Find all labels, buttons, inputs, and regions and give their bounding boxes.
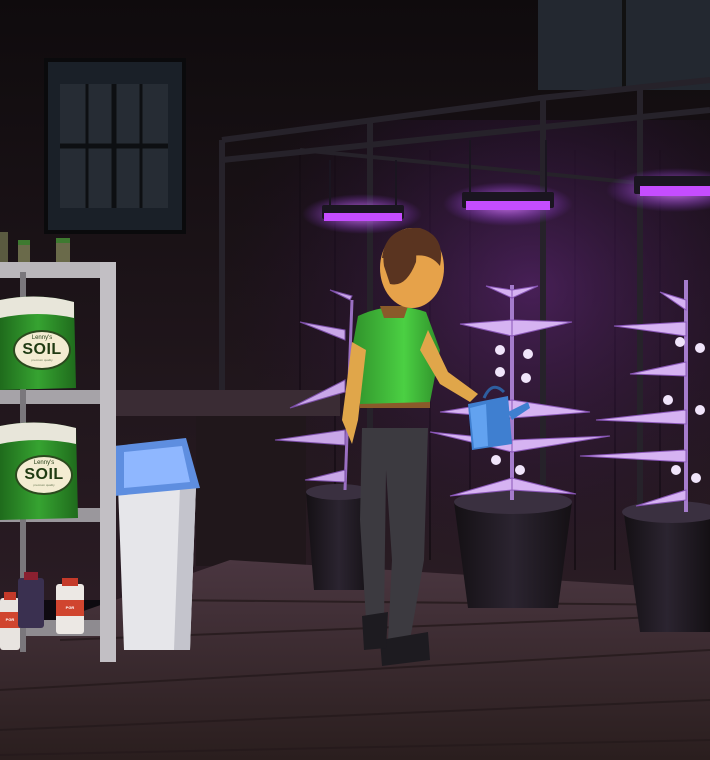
game-scene: Lenny's SOIL premium quality Lenny's SOI… bbox=[0, 0, 710, 760]
bottle-label: PGR bbox=[5, 617, 15, 622]
window-icon bbox=[44, 58, 186, 234]
bottle-label: PGR bbox=[65, 605, 75, 610]
bottle-icon bbox=[18, 572, 44, 628]
soil-bag-label: Lenny's SOIL premium quality bbox=[15, 455, 73, 495]
soil-bag-product: SOIL bbox=[24, 466, 64, 483]
soil-bag-product: SOIL bbox=[22, 341, 62, 358]
scene-art bbox=[0, 0, 710, 760]
trash-bin-icon bbox=[114, 438, 200, 650]
soil-bag-tagline: premium quality bbox=[31, 358, 53, 362]
soil-bag-tagline: premium quality bbox=[33, 483, 55, 487]
soil-bag-label: Lenny's SOIL premium quality bbox=[13, 330, 71, 370]
plant-pot-icon bbox=[454, 490, 572, 608]
